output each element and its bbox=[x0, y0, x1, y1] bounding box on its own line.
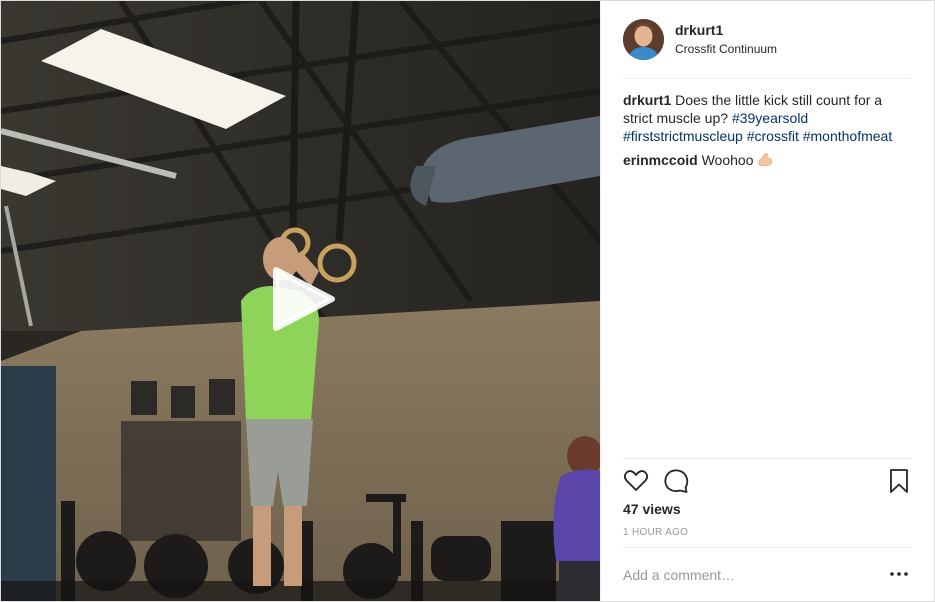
post-details-panel: drkurt1 Crossfit Continuum drkurt1 Does … bbox=[600, 1, 934, 601]
instagram-post: drkurt1 Crossfit Continuum drkurt1 Does … bbox=[0, 0, 935, 602]
comment-username[interactable]: erinmccoid bbox=[623, 152, 698, 168]
comment-item: erinmccoid Woohoo bbox=[623, 151, 912, 169]
comment-input[interactable] bbox=[623, 562, 893, 588]
post-author-username[interactable]: drkurt1 bbox=[675, 22, 723, 38]
flexed-biceps-emoji-icon bbox=[758, 153, 773, 167]
bookmark-icon bbox=[890, 469, 908, 493]
view-count[interactable]: 47 views bbox=[623, 501, 681, 517]
caption: drkurt1 Does the little kick still count… bbox=[623, 91, 912, 145]
post-video[interactable] bbox=[1, 1, 600, 601]
hashtag-link[interactable]: #crossfit bbox=[747, 128, 799, 144]
play-icon bbox=[273, 267, 335, 331]
play-button[interactable] bbox=[270, 266, 336, 332]
action-bar bbox=[623, 458, 912, 498]
comments-list: drkurt1 Does the little kick still count… bbox=[623, 91, 912, 175]
post-location[interactable]: Crossfit Continuum bbox=[675, 42, 777, 56]
more-options-button[interactable] bbox=[888, 564, 910, 584]
caption-username[interactable]: drkurt1 bbox=[623, 92, 671, 108]
avatar[interactable] bbox=[623, 19, 664, 60]
hashtag-link[interactable]: #monthofmeat bbox=[803, 128, 893, 144]
more-options-icon bbox=[890, 572, 908, 576]
comment-button[interactable] bbox=[663, 468, 689, 494]
like-button[interactable] bbox=[623, 468, 649, 494]
post-header: drkurt1 Crossfit Continuum bbox=[623, 17, 910, 79]
hashtag-link[interactable]: #firststrictmuscleup bbox=[623, 128, 743, 144]
heart-icon bbox=[623, 470, 649, 491]
comment-text: Woohoo bbox=[701, 152, 754, 168]
comment-icon bbox=[664, 469, 689, 493]
avatar-image bbox=[623, 19, 664, 60]
save-button[interactable] bbox=[886, 468, 912, 494]
add-comment-section bbox=[623, 547, 912, 601]
post-timestamp[interactable]: 1 HOUR AGO bbox=[623, 527, 688, 538]
hashtag-link[interactable]: #39yearsold bbox=[732, 110, 808, 126]
